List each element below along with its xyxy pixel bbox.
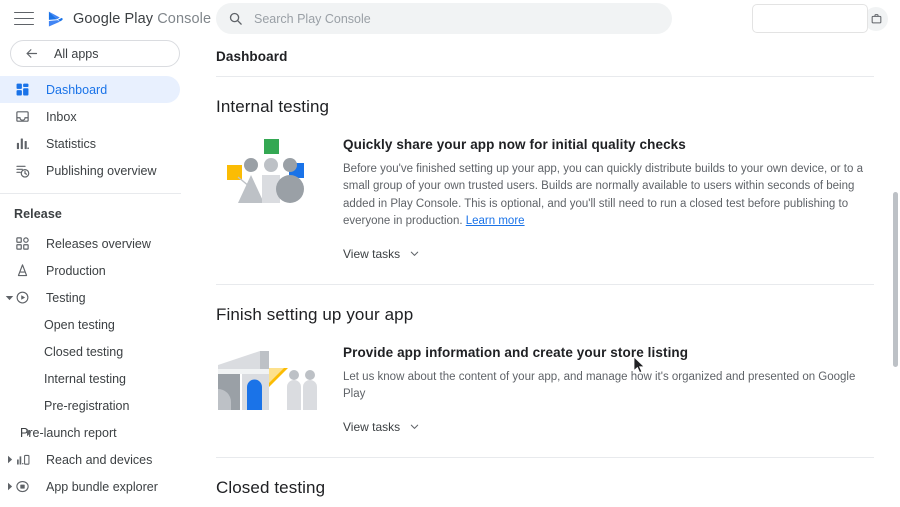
sidebar-item-dashboard[interactable]: Dashboard (0, 76, 180, 103)
search-icon (229, 12, 242, 25)
testing-play-icon (14, 289, 31, 306)
chevron-down-icon (410, 424, 419, 430)
sidebar-section-release: Release (14, 207, 62, 221)
card-heading: Quickly share your app now for initial q… (343, 137, 686, 152)
sidebar-item-label: App bundle explorer (46, 479, 158, 494)
chevron-right-icon[interactable] (22, 427, 34, 439)
search-bar[interactable] (216, 3, 672, 34)
chevron-right-icon[interactable] (3, 481, 15, 493)
brand-title: Google Play Console (73, 11, 211, 27)
card-heading: Provide app information and create your … (343, 344, 689, 360)
publishing-clock-icon (14, 162, 31, 179)
redacted-overlay-box (752, 4, 868, 33)
brand-logo-group[interactable]: Google Play Console (46, 9, 211, 29)
vertical-scrollbar[interactable] (893, 192, 898, 367)
sidebar-item-label: Pre-launch report (20, 425, 117, 440)
sidebar-item-publishing-overview[interactable]: Publishing overview (0, 157, 180, 184)
chevron-down-icon[interactable] (3, 292, 15, 304)
chevron-down-icon (410, 251, 419, 257)
sidebar-item-label: Open testing (44, 317, 115, 332)
view-tasks-label: View tasks (343, 419, 401, 434)
bar-chart-icon (14, 135, 31, 152)
sidebar-item-label: Reach and devices (46, 452, 153, 467)
sidebar-item-label: Closed testing (44, 344, 124, 359)
card-internal-testing: Quickly share your app now for initial q… (190, 117, 900, 263)
sidebar-item-label: Publishing overview (46, 163, 157, 178)
sidebar-item-open-testing[interactable]: Open testing (0, 311, 190, 338)
section-title-finish-setup: Finish setting up your app (216, 304, 414, 324)
releases-grid-icon (14, 235, 31, 252)
card-body: Provide app information and create your … (321, 345, 874, 436)
sidebar-item-label: Statistics (46, 136, 97, 151)
brand-secondary-text: Console (157, 10, 212, 27)
sidebar-item-statistics[interactable]: Statistics (0, 130, 180, 157)
card-description: Let us know about the content of your ap… (343, 369, 874, 404)
sidebar-item-label: Production (46, 263, 106, 278)
google-play-logo-icon (48, 11, 63, 26)
sidebar-item-releases-overview[interactable]: Releases overview (0, 230, 180, 257)
production-rocket-icon (14, 262, 31, 279)
inbox-icon (14, 108, 31, 125)
card-closed-testing: Identify issues in your app, get feedbac… (190, 498, 900, 507)
view-tasks-label: View tasks (343, 246, 401, 261)
app-bundle-icon (14, 478, 31, 495)
sidebar-item-production[interactable]: Production (0, 257, 180, 284)
primary-nav-list: Dashboard Inbox Statistics Publishing ov… (0, 76, 190, 184)
search-input[interactable] (254, 11, 660, 26)
breadcrumb: Dashboard (216, 49, 288, 64)
section-title-internal-testing: Internal testing (216, 97, 330, 116)
sidebar-item-label: Pre-registration (44, 398, 130, 413)
sidebar-item-inbox[interactable]: Inbox (0, 103, 180, 130)
sidebar-item-label: Dashboard (46, 82, 108, 97)
sidebar-item-internal-testing[interactable]: Internal testing (0, 365, 190, 392)
card-description: Before you've finished setting up your a… (343, 161, 874, 231)
store-listing-illustration (216, 345, 321, 436)
internal-testing-illustration (216, 137, 321, 263)
card-description-text: Before you've finished setting up your a… (343, 163, 863, 228)
play-console-window: Google Play Console Search Play Console … (0, 0, 900, 507)
sidebar-item-pre-registration[interactable]: Pre-registration (0, 392, 190, 419)
card-store-listing: Provide app information and create your … (190, 325, 900, 436)
card-description-text: Let us know about the content of your ap… (343, 370, 856, 401)
sidebar-item-app-bundle-explorer[interactable]: App bundle explorer (0, 473, 180, 500)
sidebar-item-label: Releases overview (46, 236, 151, 251)
dashboard-grid-icon (14, 81, 31, 98)
sidebar-item-label: Internal testing (44, 371, 126, 386)
arrow-left-icon (26, 49, 38, 58)
chevron-right-icon[interactable] (3, 454, 15, 466)
sidebar-navigation: All apps Dashboard Inbox Statistics Publ… (0, 37, 190, 507)
card-body: Quickly share your app now for initial q… (321, 137, 874, 263)
mouse-cursor (634, 357, 645, 374)
reach-devices-icon (14, 451, 31, 468)
hamburger-menu-icon[interactable] (14, 11, 34, 26)
sidebar-item-testing[interactable]: Testing (0, 284, 180, 311)
sidebar-item-label: Testing (46, 290, 86, 305)
top-app-bar: Google Play Console (0, 0, 900, 37)
main-content: Dashboard Internal testing Quickly share… (190, 37, 900, 507)
sidebar-item-closed-testing[interactable]: Closed testing (0, 338, 190, 365)
sidebar-item-pre-launch-report[interactable]: Pre-launch report (0, 419, 180, 446)
all-apps-back-button[interactable]: All apps (10, 40, 180, 67)
view-tasks-button-store-listing[interactable]: View tasks (343, 420, 420, 434)
all-apps-label: All apps (54, 46, 99, 61)
sidebar-item-reach-and-devices[interactable]: Reach and devices (0, 446, 180, 473)
view-tasks-button-internal-testing[interactable]: View tasks (343, 247, 420, 261)
learn-more-link[interactable]: Learn more (466, 215, 525, 227)
brand-primary-text: Google Play (73, 10, 154, 27)
sidebar-item-label: Inbox (46, 109, 77, 124)
section-title-closed-testing: Closed testing (216, 477, 326, 497)
